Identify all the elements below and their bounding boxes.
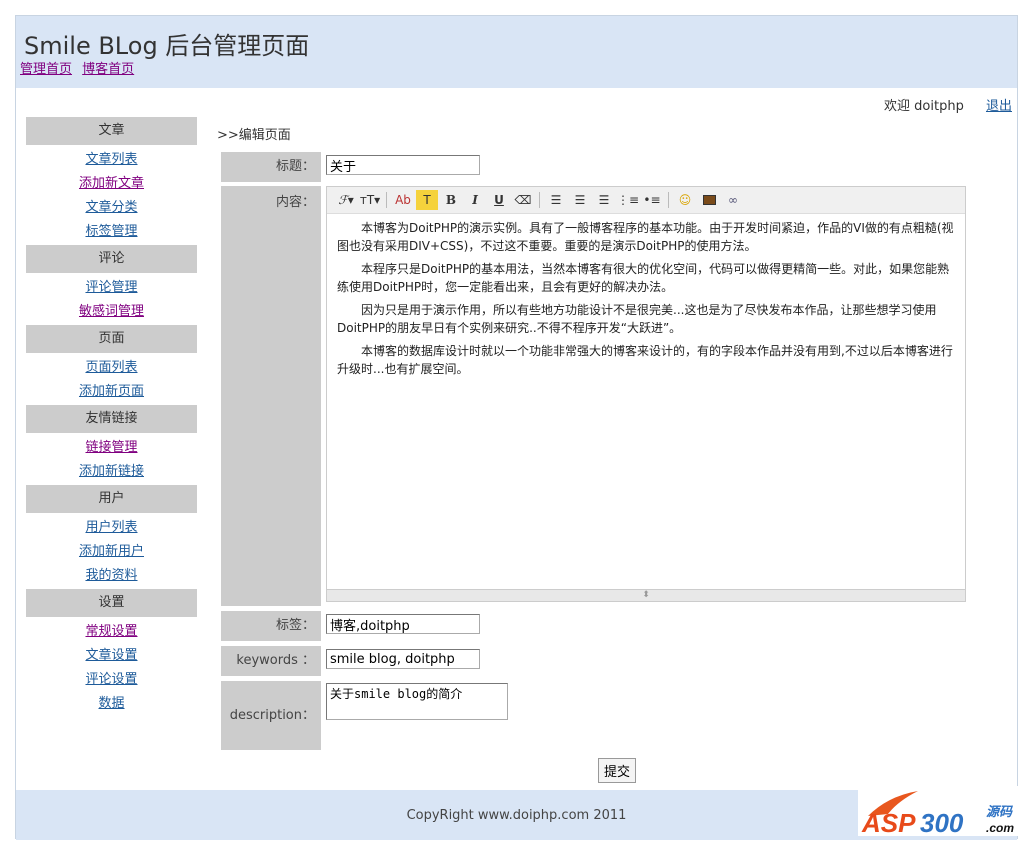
- sidebar-item: 添加新文章: [26, 173, 197, 197]
- sidebar-link[interactable]: 文章列表: [85, 152, 137, 167]
- sidebar-item: 添加新页面: [26, 381, 197, 405]
- sidebar-link[interactable]: 数据: [98, 696, 124, 711]
- sidebar-link[interactable]: 敏感词管理: [79, 304, 144, 319]
- rich-text-editor: ℱ▾ ᴛT▾ Ab T B I U ⌫ ☰ ☰ ☰ ⋮≡ •≡ ☺ ∞ 本博客为…: [326, 186, 966, 602]
- sidebar-item: 文章分类: [26, 197, 197, 221]
- emoticon-icon[interactable]: ☺: [674, 190, 696, 210]
- sidebar-section-header: 文章: [26, 117, 197, 145]
- keywords-input[interactable]: [326, 649, 480, 669]
- font-size-button[interactable]: ᴛT▾: [359, 190, 381, 210]
- tags-label: 标签：: [221, 611, 321, 641]
- sidebar-link[interactable]: 常规设置: [85, 624, 137, 639]
- title-label: 标题：: [221, 152, 321, 182]
- sidebar-link[interactable]: 标签管理: [85, 224, 137, 239]
- content-row: 内容：: [221, 186, 321, 606]
- page: Smile BLog 后台管理页面 管理首页 博客首页 欢迎 doitphp 退…: [15, 15, 1018, 840]
- text-color-button[interactable]: Ab: [392, 190, 414, 210]
- sidebar-item: 文章列表: [26, 149, 197, 173]
- keywords-label: keywords ：: [221, 646, 321, 676]
- svg-text:ASP: ASP: [861, 808, 916, 836]
- sidebar-item: 评论设置: [26, 669, 197, 693]
- svg-text:300: 300: [920, 808, 964, 836]
- svg-text:源码: 源码: [986, 804, 1014, 820]
- eraser-icon[interactable]: ⌫: [512, 190, 534, 210]
- toolbar-separator: [539, 192, 540, 208]
- editor-toolbar: ℱ▾ ᴛT▾ Ab T B I U ⌫ ☰ ☰ ☰ ⋮≡ •≡ ☺ ∞: [327, 187, 965, 214]
- watermark-logo: ASP 300 源码 .com: [858, 786, 1028, 838]
- sidebar-link[interactable]: 添加新链接: [79, 464, 144, 479]
- toolbar-separator: [386, 192, 387, 208]
- sidebar-item: 文章设置: [26, 645, 197, 669]
- ordered-list-icon[interactable]: ⋮≡: [617, 190, 639, 210]
- sidebar-link[interactable]: 评论设置: [85, 672, 137, 687]
- sidebar-link[interactable]: 我的资料: [85, 568, 137, 583]
- sidebar-item: 标签管理: [26, 221, 197, 245]
- sidebar-section-header: 用户: [26, 485, 197, 513]
- sidebar-item: 页面列表: [26, 357, 197, 381]
- editor-content[interactable]: 本博客为DoitPHP的演示实例。具有了一般博客程序的基本功能。由于开发时间紧迫…: [327, 214, 965, 590]
- svg-text:.com: .com: [986, 821, 1014, 835]
- image-icon[interactable]: [698, 190, 720, 210]
- site-title: Smile BLog 后台管理页面: [24, 32, 310, 60]
- welcome-text: 欢迎 doitphp: [884, 99, 964, 114]
- description-label: description：: [221, 681, 321, 750]
- link-icon[interactable]: ∞: [722, 190, 744, 210]
- submit-button[interactable]: 提交: [598, 758, 636, 783]
- content-paragraph: 本程序只是DoitPHP的基本用法，当然本博客有很大的优化空间，代码可以做得更精…: [337, 262, 950, 294]
- underline-button[interactable]: U: [488, 190, 510, 210]
- italic-button[interactable]: I: [464, 190, 486, 210]
- sidebar-link[interactable]: 文章设置: [85, 648, 137, 663]
- toolbar-separator: [668, 192, 669, 208]
- font-family-button[interactable]: ℱ▾: [335, 190, 357, 210]
- sidebar-section-header: 友情链接: [26, 405, 197, 433]
- header: Smile BLog 后台管理页面 管理首页 博客首页: [16, 16, 1017, 88]
- content-paragraph: 本博客为DoitPHP的演示实例。具有了一般博客程序的基本功能。由于开发时间紧迫…: [337, 221, 954, 253]
- title-row: 标题：: [221, 152, 480, 182]
- sidebar-item: 常规设置: [26, 621, 197, 645]
- blog-home-link[interactable]: 博客首页: [82, 62, 134, 77]
- align-center-icon[interactable]: ☰: [569, 190, 591, 210]
- sidebar-item: 我的资料: [26, 565, 197, 589]
- sidebar-link[interactable]: 文章分类: [85, 200, 137, 215]
- content-label: 内容：: [221, 186, 321, 606]
- unordered-list-icon[interactable]: •≡: [641, 190, 663, 210]
- sidebar-link[interactable]: 添加新用户: [79, 544, 144, 559]
- sidebar-link[interactable]: 用户列表: [85, 520, 137, 535]
- title-input[interactable]: [326, 155, 480, 175]
- sidebar-link[interactable]: 添加新文章: [79, 176, 144, 191]
- content-paragraph: 本博客的数据库设计时就以一个功能非常强大的博客来设计的，有的字段本作品并没有用到…: [337, 344, 953, 376]
- sidebar-item: 用户列表: [26, 517, 197, 541]
- sidebar-item: 数据: [26, 693, 197, 717]
- tags-input[interactable]: [326, 614, 480, 634]
- sidebar-link[interactable]: 评论管理: [85, 280, 137, 295]
- sidebar-link[interactable]: 添加新页面: [79, 384, 144, 399]
- align-right-icon[interactable]: ☰: [593, 190, 615, 210]
- sidebar-item: 评论管理: [26, 277, 197, 301]
- sidebar-item: 链接管理: [26, 437, 197, 461]
- align-left-icon[interactable]: ☰: [545, 190, 567, 210]
- welcome-bar: 欢迎 doitphp 退出: [884, 95, 1012, 114]
- bold-button[interactable]: B: [440, 190, 462, 210]
- highlight-button[interactable]: T: [416, 190, 438, 210]
- sidebar-link[interactable]: 链接管理: [85, 440, 137, 455]
- admin-home-link[interactable]: 管理首页: [20, 62, 72, 77]
- sidebar-section-header: 设置: [26, 589, 197, 617]
- sidebar: 文章文章列表添加新文章文章分类标签管理评论评论管理敏感词管理页面页面列表添加新页…: [26, 117, 197, 721]
- sidebar-section-header: 评论: [26, 245, 197, 273]
- logout-link[interactable]: 退出: [986, 99, 1012, 114]
- tags-row: 标签：: [221, 611, 480, 641]
- description-textarea[interactable]: 关于smile blog的简介: [326, 683, 508, 720]
- sidebar-section-header: 页面: [26, 325, 197, 353]
- resize-handle[interactable]: ⬍: [327, 589, 965, 601]
- content-paragraph: 因为只是用于演示作用，所以有些地方功能设计不是很完美...这也是为了尽快发布本作…: [337, 303, 937, 335]
- sidebar-item: 添加新用户: [26, 541, 197, 565]
- keywords-row: keywords ：: [221, 646, 480, 676]
- sidebar-item: 敏感词管理: [26, 301, 197, 325]
- breadcrumb: >>编辑页面: [217, 128, 291, 143]
- sidebar-link[interactable]: 页面列表: [85, 360, 137, 375]
- description-row: description： 关于smile blog的简介: [221, 681, 508, 750]
- sidebar-item: 添加新链接: [26, 461, 197, 485]
